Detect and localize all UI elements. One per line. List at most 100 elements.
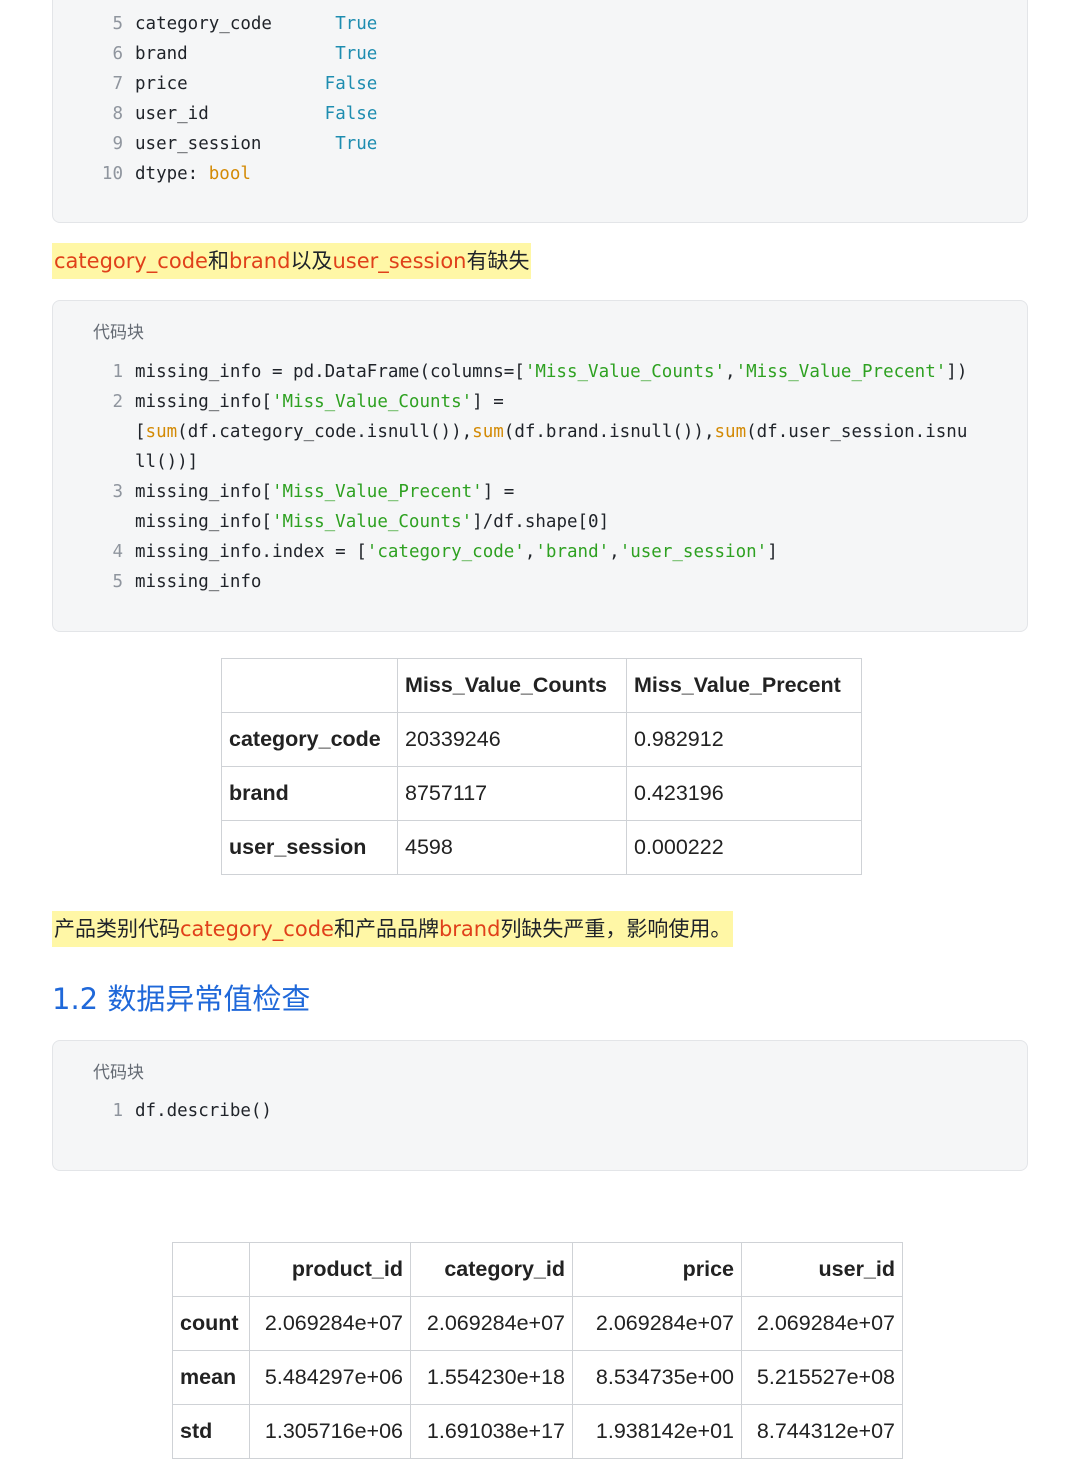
- row-index-cell: category_code: [221, 712, 398, 767]
- row-index-cell: user_session: [221, 820, 398, 875]
- code-block-title: 代码块: [93, 323, 144, 343]
- string-literal: 'category_code': [366, 542, 525, 562]
- missing-columns-note: category_code和brand以及user_session有缺失: [52, 243, 532, 279]
- code-line: [sum(df.category_code.isnull()),sum(df.b…: [53, 417, 1029, 447]
- row-index-cell: count: [172, 1296, 250, 1351]
- code-token: ,: [725, 362, 736, 382]
- builtin-function: sum: [714, 422, 747, 442]
- spacing: [209, 104, 325, 124]
- code-line: ll())]: [53, 447, 1029, 477]
- note-text: 列缺失严重，影响使用。: [500, 917, 732, 941]
- table-cell: 2.069284e+07: [249, 1296, 411, 1351]
- code-block-missing-info: 代码块 1 missing_info = pd.DataFrame(columns…: [52, 300, 1028, 632]
- code-token: ,: [524, 542, 536, 562]
- code-token: missing_info[: [135, 392, 272, 412]
- line-number: 5: [112, 14, 123, 34]
- table-cell: 4598: [397, 820, 627, 875]
- table-header-cell: user_id: [741, 1242, 903, 1297]
- code-text: missing_info: [135, 567, 261, 597]
- table-cell: 1.938142e+01: [572, 1404, 742, 1459]
- code-line: 6 brand True: [53, 39, 1029, 69]
- bool-value: False: [324, 104, 378, 124]
- code-text: user_id False: [135, 99, 377, 129]
- note-text: 以及: [290, 249, 333, 273]
- line-number: 1: [112, 362, 123, 382]
- code-text: missing_info = pd.DataFrame(columns=['Mi…: [135, 357, 967, 387]
- table-header-cell: category_id: [410, 1242, 573, 1297]
- string-literal: 'Miss_Value_Counts': [271, 392, 473, 412]
- table-header-cell: [221, 658, 398, 713]
- table-cell: 2.069284e+07: [741, 1296, 903, 1351]
- table-header-cell: [172, 1242, 250, 1297]
- code-token: [: [135, 422, 146, 442]
- dtype-output-block: 5 category_code True 6 brand True 7 price Fal…: [52, 0, 1028, 223]
- missing-values-table: Miss_Value_Counts Miss_Value_Precent cat…: [221, 658, 862, 875]
- code-text: missing_info['Miss_Value_Precent'] =: [135, 477, 514, 507]
- string-literal: 'Miss_Value_Precent': [735, 362, 947, 382]
- table-cell: 1.691038e+17: [410, 1404, 573, 1459]
- code-text: brand True: [135, 39, 377, 69]
- code-text: price False: [135, 69, 377, 99]
- code-line: 5 category_code True: [53, 9, 1029, 39]
- bool-value: False: [324, 74, 378, 94]
- line-number: 7: [112, 74, 123, 94]
- code-line: 8 user_id False: [53, 99, 1029, 129]
- code-line: 1 df.describe(): [53, 1096, 1029, 1126]
- bool-value: True: [335, 14, 378, 34]
- table-row: brand 8757117 0.423196: [221, 766, 862, 821]
- code-line: 9 user_session True: [53, 129, 1029, 159]
- table-cell: 1.305716e+06: [249, 1404, 411, 1459]
- bool-value: True: [335, 44, 378, 64]
- code-text: missing_info['Miss_Value_Counts'] =: [135, 387, 504, 417]
- code-line: 3 missing_info['Miss_Value_Precent'] =: [53, 477, 1029, 507]
- table-header-row: product_id category_id price user_id: [172, 1242, 903, 1297]
- dtype-value: bool: [208, 164, 251, 184]
- column-name: user_id: [135, 104, 209, 124]
- code-text: df.describe(): [135, 1096, 272, 1126]
- row-index-cell: std: [172, 1404, 250, 1459]
- code-line: 7 price False: [53, 69, 1029, 99]
- describe-table: product_id category_id price user_id cou…: [172, 1242, 903, 1459]
- note-text: 和: [207, 249, 229, 273]
- code-token: missing_info[: [135, 482, 272, 502]
- row-index-cell: mean: [172, 1350, 250, 1405]
- code-token: ,: [609, 542, 620, 562]
- table-row: mean 5.484297e+06 1.554230e+18 8.534735e…: [172, 1350, 903, 1405]
- code-token: missing_info = pd.DataFrame(columns=[: [135, 362, 525, 382]
- table-cell: 8.744312e+07: [741, 1404, 903, 1459]
- string-literal: 'user_session': [619, 542, 768, 562]
- missing-severity-note: 产品类别代码category_code和产品品牌brand列缺失严重，影响使用。: [52, 911, 734, 947]
- highlighted-term: brand: [228, 249, 291, 273]
- code-text: missing_info.index = ['category_code','b…: [135, 537, 778, 567]
- code-token: (df.user_session.isnu: [746, 422, 968, 442]
- code-line: 1 missing_info = pd.DataFrame(columns=['M…: [53, 357, 1029, 387]
- code-line: 2 missing_info['Miss_Value_Counts'] =: [53, 387, 1029, 417]
- line-number: 8: [112, 104, 123, 124]
- column-name: category_code: [135, 14, 272, 34]
- table-cell: 20339246: [397, 712, 627, 767]
- line-number: 6: [112, 44, 123, 64]
- spacing: [188, 44, 336, 64]
- string-literal: 'brand': [535, 542, 610, 562]
- column-name: price: [135, 74, 188, 94]
- table-header-cell: Miss_Value_Precent: [626, 658, 862, 713]
- string-literal: 'Miss_Value_Counts': [524, 362, 726, 382]
- code-line: 4 missing_info.index = ['category_code','…: [53, 537, 1029, 567]
- code-text: user_session True: [135, 129, 377, 159]
- spacing: [272, 14, 335, 34]
- note-text: 产品类别代码: [54, 917, 180, 941]
- code-text: dtype: bool: [135, 159, 251, 189]
- code-token: (df.brand.isnull()),: [503, 422, 715, 442]
- code-token: ] =: [482, 482, 515, 502]
- code-token: ]/df.shape[0]: [472, 512, 610, 532]
- line-number: 4: [112, 542, 123, 562]
- note-text: 和产品品牌: [333, 917, 439, 941]
- section-heading: 1.2 数据异常值检查: [52, 982, 311, 1016]
- string-literal: 'Miss_Value_Precent': [271, 482, 483, 502]
- table-row: std 1.305716e+06 1.691038e+17 1.938142e+…: [172, 1404, 903, 1459]
- dtype-label: dtype:: [135, 164, 209, 184]
- code-text: [sum(df.category_code.isnull()),sum(df.b…: [135, 417, 967, 447]
- table-cell: 1.554230e+18: [410, 1350, 573, 1405]
- table-cell: 2.069284e+07: [410, 1296, 573, 1351]
- column-name: user_session: [135, 134, 262, 154]
